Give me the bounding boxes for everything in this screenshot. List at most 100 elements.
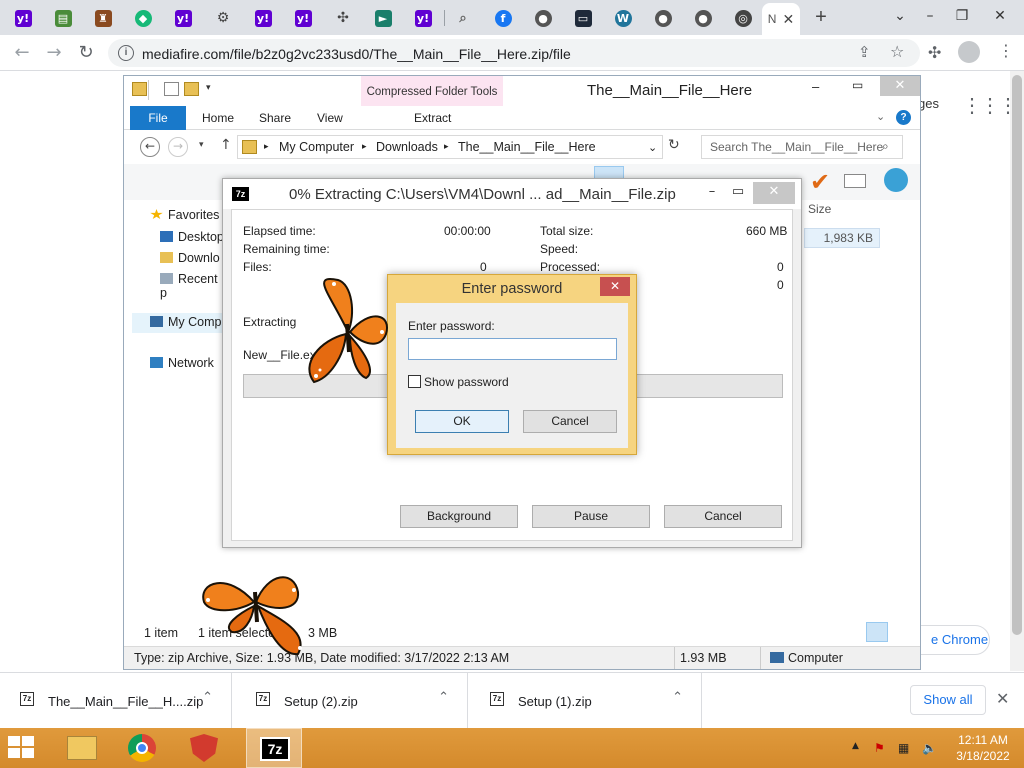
- reload-icon[interactable]: ↻: [74, 41, 98, 65]
- tab-file[interactable]: File: [130, 106, 186, 130]
- column-header-size[interactable]: Size: [808, 202, 831, 216]
- explorer-search-input[interactable]: Search The__Main__File__Here ⌕: [701, 135, 903, 159]
- start-button[interactable]: [8, 736, 36, 760]
- apps-grid-icon[interactable]: ⋮⋮⋮: [962, 93, 1018, 118]
- tab-yahoo-1[interactable]: y!: [4, 4, 42, 32]
- show-password-label[interactable]: Show password: [424, 375, 509, 389]
- taskbar-7zip[interactable]: 7z: [246, 728, 302, 768]
- password-close-button[interactable]: ✕: [600, 277, 630, 296]
- tab-wordpress[interactable]: W: [604, 4, 642, 32]
- restore-button[interactable]: ❐: [950, 4, 974, 28]
- taskbar-security[interactable]: [176, 728, 232, 768]
- nav-desktop[interactable]: Desktop: [160, 230, 224, 244]
- new-tab-button[interactable]: +: [808, 5, 834, 31]
- share-icon[interactable]: ⇪: [858, 43, 871, 61]
- nav-network[interactable]: Network: [150, 356, 214, 370]
- checkmark-icon[interactable]: ✔: [810, 168, 830, 196]
- taskbar-file-explorer[interactable]: [54, 728, 110, 768]
- tab-terminal[interactable]: ▭: [564, 4, 602, 32]
- tray-network-icon[interactable]: ▦: [898, 741, 909, 755]
- extensions-icon[interactable]: ✣: [928, 43, 941, 62]
- nav-my-computer[interactable]: My Comp: [132, 313, 224, 333]
- tab-home[interactable]: Home: [190, 106, 246, 130]
- tab-yahoo-2[interactable]: y!: [164, 4, 202, 32]
- chevron-up-icon[interactable]: ⌃: [202, 690, 213, 705]
- tab-chrome[interactable]: ◎: [724, 4, 762, 32]
- quick-access-dropdown-icon[interactable]: ▾: [206, 83, 211, 93]
- tab-globe-1[interactable]: ●: [524, 4, 562, 32]
- tab-arrow[interactable]: ►: [364, 4, 402, 32]
- browser-close-button[interactable]: ✕: [988, 4, 1012, 28]
- taskbar-chrome[interactable]: [114, 728, 170, 768]
- tray-show-hidden-icon[interactable]: ▲: [852, 741, 859, 751]
- panel-icon[interactable]: [844, 174, 866, 188]
- tab-active[interactable]: N ✕: [762, 3, 800, 35]
- ribbon-expand-icon[interactable]: ⌄: [876, 110, 885, 123]
- tab-search-dropdown-icon[interactable]: ⌄: [888, 4, 912, 28]
- tab-search[interactable]: ⌕: [444, 4, 482, 32]
- close-shelf-icon[interactable]: ✕: [996, 689, 1009, 708]
- breadcrumb-my-computer[interactable]: My Computer: [279, 140, 354, 154]
- globe-icon[interactable]: [884, 168, 908, 192]
- download-name[interactable]: Setup (1).zip: [518, 694, 592, 709]
- background-button[interactable]: Background: [400, 505, 518, 528]
- page-scrollbar[interactable]: [1010, 71, 1024, 671]
- menu-kebab-icon[interactable]: ⋮: [998, 41, 1014, 60]
- tab-extract[interactable]: Extract: [402, 106, 463, 130]
- explorer-address-bar[interactable]: ▸ My Computer ▸ Downloads ▸ The__Main__F…: [237, 135, 663, 159]
- compressed-folder-tools-tab[interactable]: Compressed Folder Tools: [361, 76, 503, 106]
- profile-avatar-icon[interactable]: [958, 41, 980, 63]
- breadcrumb-downloads[interactable]: Downloads: [376, 140, 438, 154]
- back-arrow-icon[interactable]: ←: [10, 41, 34, 65]
- progress-close-button[interactable]: ✕: [753, 182, 795, 204]
- password-input[interactable]: [408, 338, 617, 360]
- nav-recent[interactable]: Recent p: [160, 272, 224, 300]
- download-item[interactable]: 7z The__Main__File__H....zip ⌃: [0, 673, 232, 729]
- address-bar[interactable]: i mediafire.com/file/b2z0g2vc233usd0/The…: [108, 39, 920, 67]
- up-arrow-icon[interactable]: ↑: [220, 137, 232, 153]
- explorer-maximize-button[interactable]: ▭: [852, 78, 863, 92]
- tab-settings[interactable]: ⚙: [204, 4, 242, 32]
- chevron-up-icon[interactable]: ⌃: [672, 690, 683, 705]
- progress-minimize-button[interactable]: –: [701, 182, 723, 204]
- tab-game-1[interactable]: ▤: [44, 4, 82, 32]
- properties-icon[interactable]: [164, 82, 179, 96]
- explorer-close-button[interactable]: ✕: [880, 76, 920, 96]
- explorer-minimize-button[interactable]: –: [812, 79, 819, 94]
- recent-locations-icon[interactable]: ▾: [199, 140, 204, 150]
- download-name[interactable]: Setup (2).zip: [284, 694, 358, 709]
- bookmark-star-icon[interactable]: ☆: [890, 42, 904, 61]
- tab-view[interactable]: View: [305, 106, 355, 130]
- nav-downloads[interactable]: Downlo: [160, 251, 220, 265]
- help-icon[interactable]: ?: [896, 110, 911, 125]
- forward-icon[interactable]: →: [168, 137, 188, 157]
- tray-flag-icon[interactable]: ⚑: [874, 741, 885, 755]
- tab-extension[interactable]: ✣: [324, 4, 362, 32]
- download-item[interactable]: 7z Setup (1).zip ⌃: [470, 673, 702, 729]
- refresh-icon[interactable]: ↻: [668, 137, 680, 153]
- breadcrumb-folder[interactable]: The__Main__File__Here: [458, 140, 596, 154]
- chevron-up-icon[interactable]: ⌃: [438, 690, 449, 705]
- address-dropdown-icon[interactable]: ⌄: [648, 141, 657, 154]
- file-size-cell[interactable]: 1,983 KB: [804, 228, 880, 248]
- tab-game-2[interactable]: ♜: [84, 4, 122, 32]
- tab-yahoo-5[interactable]: y!: [404, 4, 442, 32]
- ok-button[interactable]: OK: [415, 410, 509, 433]
- nav-favorites[interactable]: Favorites: [150, 208, 219, 222]
- tab-share[interactable]: Share: [247, 106, 303, 130]
- tab-yahoo-3[interactable]: y!: [244, 4, 282, 32]
- show-password-checkbox[interactable]: [408, 375, 421, 388]
- minimize-button[interactable]: –: [918, 4, 942, 28]
- tab-globe-3[interactable]: ●: [684, 4, 722, 32]
- tab-facebook[interactable]: f: [484, 4, 522, 32]
- progress-maximize-button[interactable]: ▭: [727, 182, 749, 204]
- download-name[interactable]: The__Main__File__H....zip: [48, 694, 203, 709]
- page-partial-link[interactable]: ges: [918, 96, 939, 111]
- show-all-button[interactable]: Show all: [910, 685, 986, 715]
- back-icon[interactable]: ←: [140, 137, 160, 157]
- pause-button[interactable]: Pause: [532, 505, 650, 528]
- tab-globe-2[interactable]: ●: [644, 4, 682, 32]
- tab-close-icon[interactable]: ✕: [782, 11, 794, 28]
- url-text[interactable]: mediafire.com/file/b2z0g2vc233usd0/The__…: [142, 46, 571, 62]
- scrollbar-thumb[interactable]: [1012, 75, 1022, 635]
